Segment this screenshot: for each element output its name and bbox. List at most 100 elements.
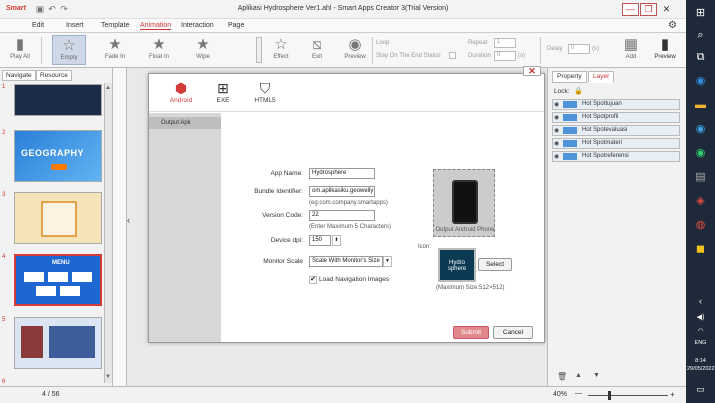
volume-icon[interactable]: ◀)	[691, 310, 710, 325]
duration-input[interactable]: 0	[494, 51, 516, 61]
effect-wipe-button[interactable]: ★ Wipe	[186, 35, 220, 65]
browser-icon[interactable]: ◉	[691, 122, 710, 137]
add-button[interactable]: ▦ Add	[614, 35, 648, 65]
menu-edit[interactable]: Edit	[32, 22, 44, 29]
spotify-icon[interactable]: ◉	[691, 146, 710, 161]
zoom-out-button[interactable]: —	[575, 390, 582, 397]
move-up-icon[interactable]: ▲	[575, 372, 582, 379]
zoom-slider-track[interactable]	[588, 395, 668, 396]
select-icon-button[interactable]: Select	[478, 258, 512, 271]
slide-thumbnail-2[interactable]: GEOGRAPHY	[14, 130, 102, 182]
edge-icon[interactable]: ◉	[691, 74, 710, 89]
preview-dropdown[interactable]: ◉ Preview	[338, 35, 372, 65]
eye-icon[interactable]: ◉	[554, 101, 562, 108]
menu-insert[interactable]: Insert	[66, 22, 84, 29]
tab-layer[interactable]: Layer	[588, 71, 615, 83]
effects-scroll[interactable]	[256, 37, 262, 63]
dialog-close-button[interactable]: ✕	[523, 66, 541, 76]
eye-icon[interactable]: ◉	[554, 153, 562, 160]
slide-thumbnail-5[interactable]	[14, 317, 102, 369]
layer-row[interactable]: ◉ Hot Spotprofil	[552, 112, 680, 123]
app-name-input[interactable]: Hydrosphere	[309, 168, 375, 179]
publish-dialog: ⬢ Android ⊞ EXE ⛉ HTML5 ✕ Output Apk App…	[148, 66, 545, 343]
play-all-button[interactable]: ▮ Play All	[3, 35, 37, 65]
close-button[interactable]: ✕	[658, 3, 675, 16]
restore-button[interactable]: ❐	[640, 3, 657, 16]
menu-template[interactable]: Template	[101, 22, 129, 29]
chevron-down-icon[interactable]: ▼	[383, 256, 392, 267]
slide-thumbnail-1[interactable]	[14, 84, 102, 116]
slide-thumbnail-4[interactable]: MENU	[14, 254, 102, 306]
load-navigation-checkbox[interactable]: ✔	[309, 276, 317, 284]
layer-thumbnail	[563, 153, 577, 160]
store-icon[interactable]: ▤	[691, 170, 710, 185]
windows-start-icon[interactable]: ⊞	[691, 6, 710, 21]
star-outline-icon: ☆	[62, 37, 76, 54]
file-explorer-icon[interactable]: ▬	[691, 98, 710, 113]
slide-thumbnail-3[interactable]	[14, 192, 102, 244]
clock-date[interactable]: 29/05/2022	[687, 366, 715, 372]
layer-row[interactable]: ◉ Hot Spotmateri	[552, 138, 680, 149]
settings-icon[interactable]: ⚙	[668, 20, 677, 31]
task-view-icon[interactable]: ⧉	[691, 50, 710, 65]
device-dpi-input[interactable]: 150	[309, 235, 331, 246]
slide-decoration	[41, 201, 77, 237]
menu-interaction[interactable]: Interaction	[181, 22, 214, 29]
preview-button[interactable]: ▮ Preview	[648, 35, 682, 65]
notification-icon[interactable]: ▭	[691, 382, 710, 397]
delay-input[interactable]: 0	[568, 44, 590, 54]
submit-button[interactable]: Submit	[453, 326, 489, 339]
layer-row[interactable]: ◉ Hot Spotevaluasi	[552, 125, 680, 136]
effect-fade-in-button[interactable]: ★ Fade In	[98, 35, 132, 65]
move-down-icon[interactable]: ▼	[593, 372, 600, 379]
minimize-button[interactable]: —	[622, 3, 639, 16]
eye-icon[interactable]: ◉	[554, 127, 562, 134]
tab-html5[interactable]: ⛉ HTML5	[247, 79, 283, 104]
zoom-slider-handle[interactable]	[608, 391, 611, 400]
layer-name: Hot Spotevaluasi	[582, 127, 628, 133]
tab-android[interactable]: ⬢ Android	[163, 79, 199, 104]
stay-end-checkbox[interactable]	[449, 52, 456, 59]
smart-apps-icon[interactable]: ◈	[691, 194, 710, 209]
layer-row[interactable]: ◉ Hot Spotreferensi	[552, 151, 680, 162]
eye-icon[interactable]: ◉	[554, 114, 562, 121]
zoom-in-button[interactable]: +	[670, 390, 675, 399]
collapse-panel-icon[interactable]: ‹	[127, 215, 130, 225]
search-icon[interactable]: ⌕	[691, 28, 710, 43]
windows-icon: ⊞	[217, 80, 229, 96]
slide-decoration	[51, 164, 67, 170]
menu-animation[interactable]: Animation	[140, 22, 172, 30]
scroll-up-icon[interactable]: ▲	[105, 85, 111, 91]
app-icon[interactable]: ◼	[691, 242, 710, 257]
scroll-down-icon[interactable]: ▼	[105, 374, 111, 380]
effect-empty-button[interactable]: ☆ Empty	[52, 35, 86, 65]
layer-row[interactable]: ◉ Hot Spottujuan	[552, 99, 680, 110]
version-code-input[interactable]: 22	[309, 210, 375, 221]
menu-page[interactable]: Page	[228, 22, 244, 29]
clock-time[interactable]: 8:14	[687, 358, 714, 364]
chevron-up-icon[interactable]: ‹	[691, 294, 710, 309]
tab-exe[interactable]: ⊞ EXE	[205, 79, 241, 104]
thumbnail-scrollbar[interactable]: ▲ ▼	[104, 83, 112, 383]
tab-navigate[interactable]: Navigate	[2, 70, 36, 81]
layer-name: Hot Spotmateri	[582, 140, 623, 146]
tab-property[interactable]: Property	[552, 71, 587, 83]
tab-resource[interactable]: Resource	[36, 70, 72, 81]
slide-number: 6	[2, 379, 6, 385]
cancel-button[interactable]: Cancel	[493, 326, 533, 339]
language-indicator[interactable]: ENG	[687, 340, 714, 346]
effect-float-in-button[interactable]: ★ Float In	[142, 35, 176, 65]
network-icon[interactable]: ◠	[691, 324, 710, 339]
slide-menu-item	[36, 286, 56, 296]
chrome-icon[interactable]: ◍	[691, 218, 710, 233]
sidebar-item-output-apk[interactable]: Output Apk	[149, 117, 221, 129]
dpi-stepper-icon[interactable]: ⬍	[332, 235, 341, 246]
effect-dropdown[interactable]: ☆ Effect	[264, 35, 298, 65]
monitor-scale-select[interactable]: Scale With Monitor's Size	[309, 256, 383, 267]
delete-icon[interactable]: 🗑	[557, 372, 567, 381]
lock-icon[interactable]: 🔒	[574, 87, 583, 95]
repeat-input[interactable]: 1	[494, 38, 516, 48]
bundle-identifier-input[interactable]: om.aplikasiku.geowelly	[309, 186, 375, 197]
exit-dropdown[interactable]: ⧅ Exit	[300, 35, 334, 65]
eye-icon[interactable]: ◉	[554, 140, 562, 147]
